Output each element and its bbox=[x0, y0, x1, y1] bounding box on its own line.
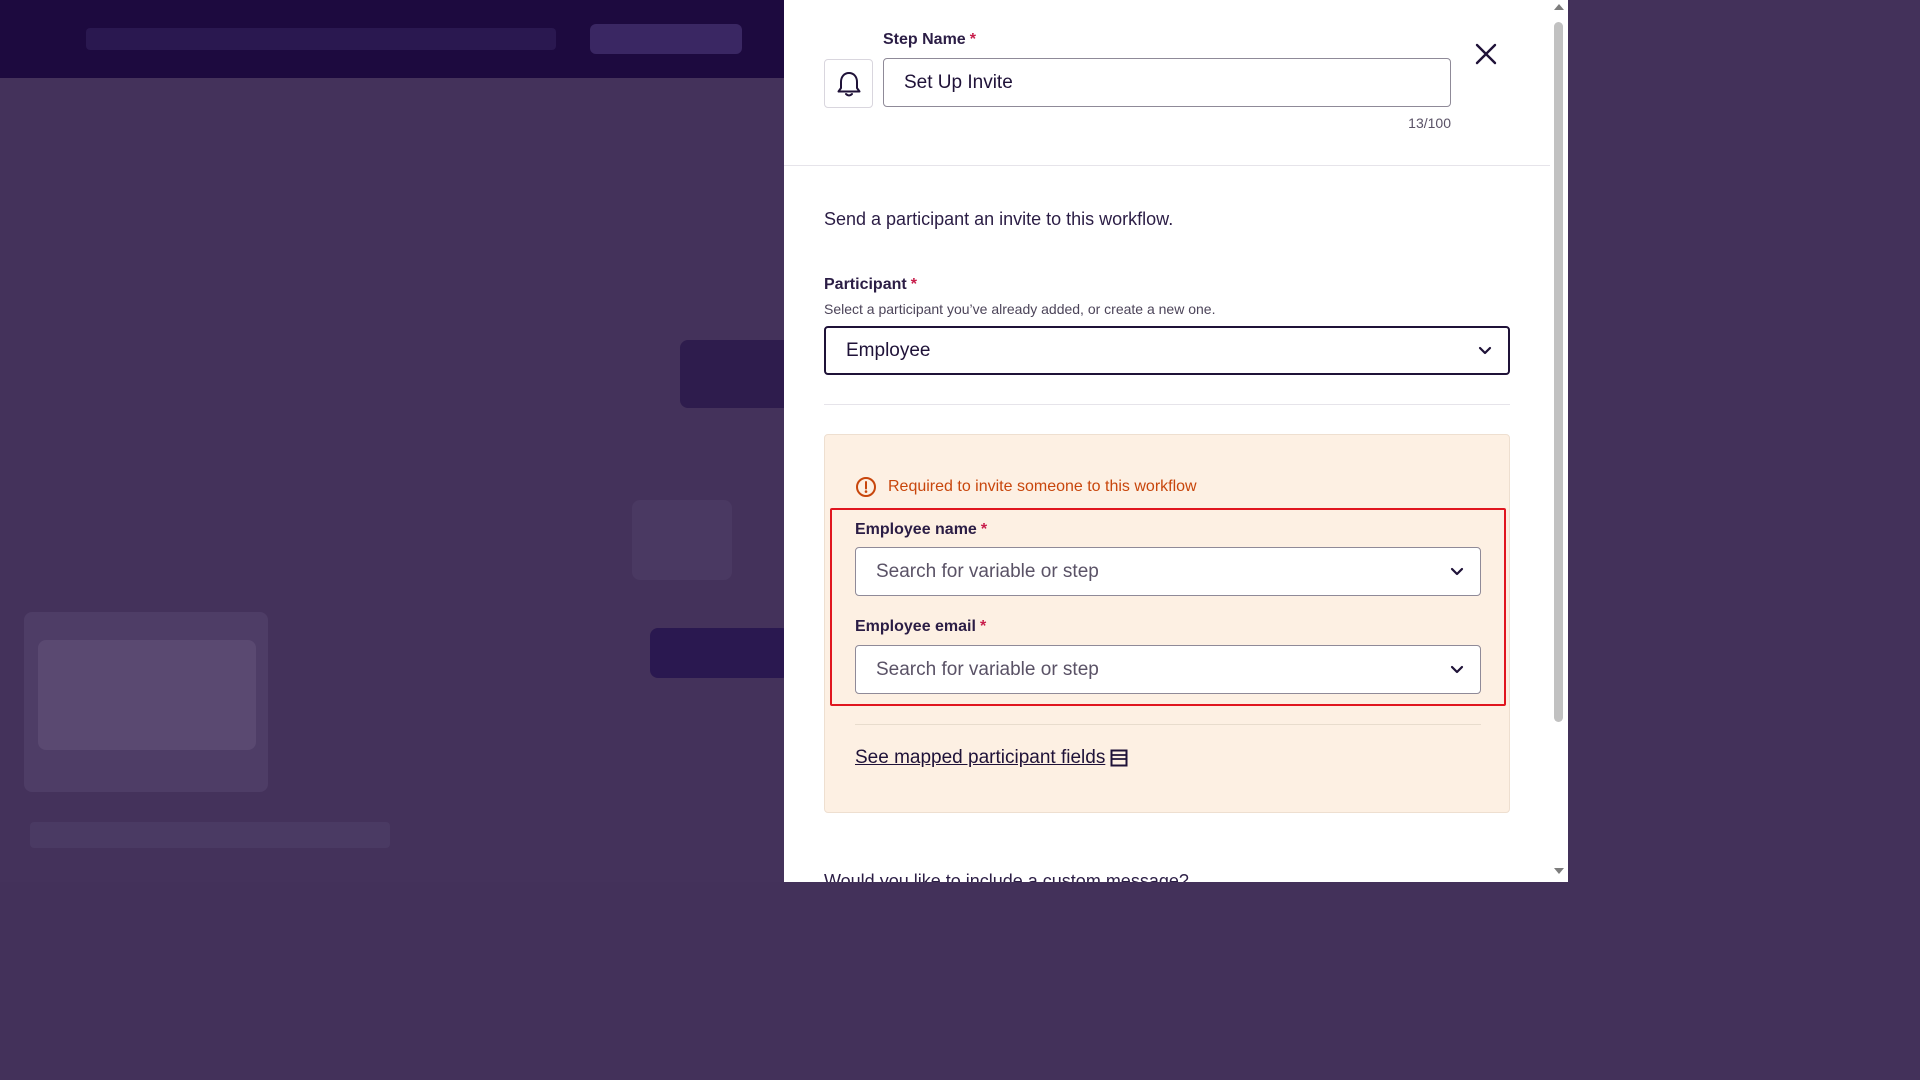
background-blur-node bbox=[680, 340, 784, 408]
step-name-label: Step Name * bbox=[883, 31, 976, 49]
panel-icon bbox=[1110, 749, 1128, 767]
employee-name-label-text: Employee name bbox=[855, 521, 977, 538]
background-blur-footer bbox=[30, 822, 390, 848]
chevron-down-icon bbox=[1450, 567, 1464, 575]
required-asterisk: * bbox=[980, 521, 988, 538]
required-fields-card: Required to invite someone to this workf… bbox=[824, 434, 1510, 813]
step-config-panel: Step Name* 13/100 Send a participant an … bbox=[784, 0, 1568, 882]
custom-message-question: Would you like to include a custom messa… bbox=[824, 871, 1189, 882]
step-description: Send a participant an invite to this wor… bbox=[824, 209, 1174, 229]
chevron-down-icon bbox=[1450, 665, 1464, 673]
close-icon bbox=[1475, 43, 1497, 65]
step-name-label-text: Step Name bbox=[883, 31, 966, 48]
background-blur-text bbox=[86, 28, 556, 50]
see-mapped-fields-text: See mapped participant fields bbox=[855, 747, 1106, 768]
bell-icon bbox=[837, 71, 860, 96]
see-mapped-fields-link[interactable]: See mapped participant fields bbox=[855, 747, 1129, 769]
employee-email-label-text: Employee email bbox=[855, 618, 976, 635]
scroll-down-arrow-icon[interactable] bbox=[1554, 868, 1564, 874]
chevron-down-icon bbox=[1478, 346, 1492, 354]
section-divider bbox=[824, 404, 1510, 405]
required-warning: Required to invite someone to this workf… bbox=[855, 476, 1197, 498]
scrollbar[interactable] bbox=[1550, 0, 1568, 882]
scrollbar-thumb[interactable] bbox=[1554, 22, 1563, 722]
employee-name-label: Employee name * bbox=[855, 521, 987, 539]
employee-email-placeholder: Search for variable or step bbox=[876, 658, 1099, 680]
background-blur-card bbox=[632, 500, 732, 580]
background-app-overlay bbox=[0, 0, 784, 882]
step-name-char-counter: 13/100 bbox=[1408, 115, 1451, 131]
employee-name-placeholder: Search for variable or step bbox=[876, 560, 1099, 582]
participant-label: Participant * bbox=[824, 276, 917, 294]
participant-label-text: Participant bbox=[824, 276, 907, 293]
close-button[interactable] bbox=[1472, 40, 1500, 68]
background-blur-button bbox=[590, 24, 742, 54]
background-blur-button-2 bbox=[650, 628, 784, 678]
required-asterisk: * bbox=[969, 31, 976, 48]
required-asterisk: * bbox=[910, 276, 917, 293]
step-name-input[interactable] bbox=[883, 58, 1451, 107]
background-blur-inner bbox=[38, 640, 256, 750]
scroll-up-arrow-icon[interactable] bbox=[1554, 4, 1564, 10]
required-warning-text: Required to invite someone to this workf… bbox=[888, 478, 1197, 495]
employee-email-label: Employee email * bbox=[855, 618, 986, 636]
panel-header: Step Name* 13/100 bbox=[784, 0, 1550, 166]
required-asterisk: * bbox=[979, 618, 987, 635]
participant-hint: Select a participant you’ve already adde… bbox=[824, 301, 1216, 317]
participant-select-value: Employee bbox=[846, 339, 931, 361]
participant-select[interactable]: Employee bbox=[824, 326, 1510, 375]
employee-name-select[interactable]: Search for variable or step bbox=[855, 547, 1481, 596]
step-icon-button[interactable] bbox=[824, 59, 873, 108]
card-divider bbox=[855, 724, 1481, 725]
alert-circle-icon bbox=[856, 477, 876, 497]
employee-email-select[interactable]: Search for variable or step bbox=[855, 645, 1481, 694]
